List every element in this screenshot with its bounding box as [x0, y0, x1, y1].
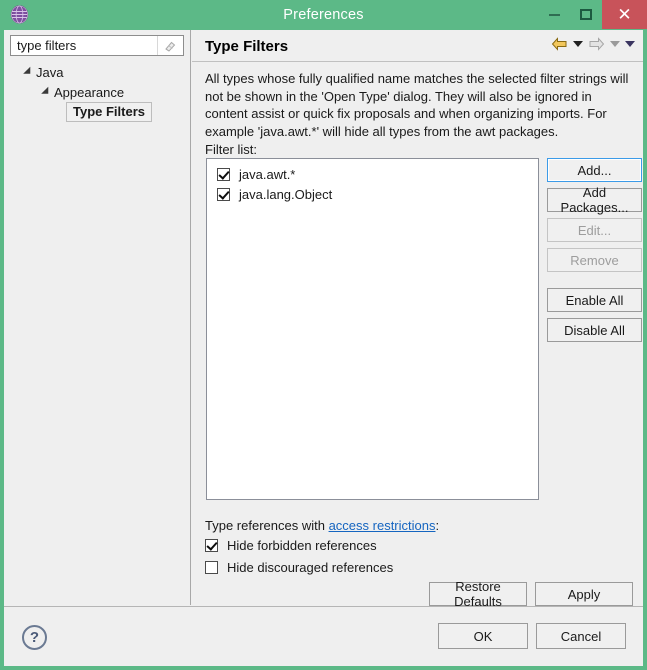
- tree-item-java[interactable]: Java: [4, 62, 190, 82]
- maximize-icon: [580, 9, 592, 20]
- expand-triangle-icon[interactable]: [41, 86, 52, 98]
- disable-all-button[interactable]: Disable All: [547, 318, 642, 342]
- add-packages-button[interactable]: Add Packages...: [547, 185, 642, 215]
- panel-header: Type Filters: [192, 30, 643, 62]
- checkbox-icon[interactable]: [205, 539, 218, 552]
- chevron-down-icon: [610, 41, 620, 47]
- panel-description: All types whose fully qualified name mat…: [205, 71, 629, 139]
- expand-triangle-icon[interactable]: [23, 66, 34, 78]
- panel-nav-toolbar: [551, 37, 635, 51]
- tree-item-label: Appearance: [54, 84, 125, 100]
- apply-button[interactable]: Apply: [535, 582, 633, 606]
- preferences-panel: Type Filters All types whose fully quali…: [192, 30, 643, 609]
- hide-discouraged-references-option[interactable]: Hide discouraged references: [205, 560, 393, 575]
- forward-arrow-icon: [588, 37, 605, 51]
- chevron-down-icon[interactable]: [625, 41, 635, 47]
- close-icon: ✕: [617, 5, 632, 24]
- list-item[interactable]: java.awt.*: [207, 164, 538, 184]
- filter-list-label: Filter list:: [205, 142, 257, 157]
- preferences-window: Preferences ✕ type filters Java Appearan…: [0, 0, 647, 670]
- type-references-line: Type references with access restrictions…: [205, 518, 439, 533]
- enable-all-button[interactable]: Enable All: [547, 288, 642, 312]
- option-label: Hide discouraged references: [227, 560, 394, 575]
- preferences-sidebar: Java Appearance Type Filters: [4, 30, 191, 605]
- checkbox-icon[interactable]: [205, 561, 218, 574]
- close-button[interactable]: ✕: [602, 0, 647, 29]
- chevron-down-icon[interactable]: [573, 41, 583, 47]
- checkbox-icon[interactable]: [217, 187, 230, 201]
- filter-action-buttons: Add... Add Packages... Edit... Remove En…: [547, 158, 642, 342]
- page-title: Type Filters: [205, 38, 289, 55]
- search-input[interactable]: [15, 36, 157, 55]
- option-label: Hide forbidden references: [227, 538, 377, 553]
- footer-buttons: OK Cancel: [438, 623, 626, 649]
- filter-list[interactable]: java.awt.* java.lang.Object: [206, 158, 539, 500]
- hide-forbidden-references-option[interactable]: Hide forbidden references: [205, 538, 377, 553]
- title-bar: Preferences ✕: [0, 0, 647, 30]
- list-item[interactable]: java.lang.Object: [207, 184, 538, 204]
- add-button[interactable]: Add...: [547, 158, 642, 182]
- list-item-label: java.awt.*: [239, 166, 296, 182]
- back-arrow-icon[interactable]: [551, 37, 568, 51]
- help-question-icon[interactable]: ?: [22, 625, 47, 650]
- edit-button: Edit...: [547, 218, 642, 242]
- preferences-dialog: Java Appearance Type Filters Type Filter…: [4, 30, 643, 666]
- minimize-button[interactable]: [538, 0, 570, 29]
- checkbox-icon[interactable]: [217, 167, 230, 181]
- cancel-button[interactable]: Cancel: [536, 623, 626, 649]
- search-box[interactable]: [10, 35, 184, 56]
- access-restrictions-link[interactable]: access restrictions: [329, 518, 436, 533]
- minimize-icon: [548, 13, 560, 16]
- maximize-button[interactable]: [570, 0, 602, 29]
- panel-bottom-buttons: Restore Defaults Apply: [429, 579, 633, 609]
- tree-item-label: Java: [36, 64, 64, 80]
- preferences-tree: Java Appearance Type Filters: [4, 62, 190, 122]
- type-references-suffix: :: [435, 518, 440, 533]
- tree-item-label: Type Filters: [66, 102, 153, 122]
- dialog-footer: ? OK Cancel: [4, 606, 643, 666]
- restore-defaults-button[interactable]: Restore Defaults: [429, 579, 527, 609]
- tree-item-appearance[interactable]: Appearance: [4, 82, 190, 102]
- list-item-label: java.lang.Object: [239, 186, 333, 202]
- type-references-prefix: Type references with: [205, 518, 329, 533]
- ok-button[interactable]: OK: [438, 623, 528, 649]
- eraser-clear-icon[interactable]: [157, 36, 181, 55]
- tree-item-type-filters[interactable]: Type Filters: [4, 102, 190, 122]
- remove-button: Remove: [547, 248, 642, 272]
